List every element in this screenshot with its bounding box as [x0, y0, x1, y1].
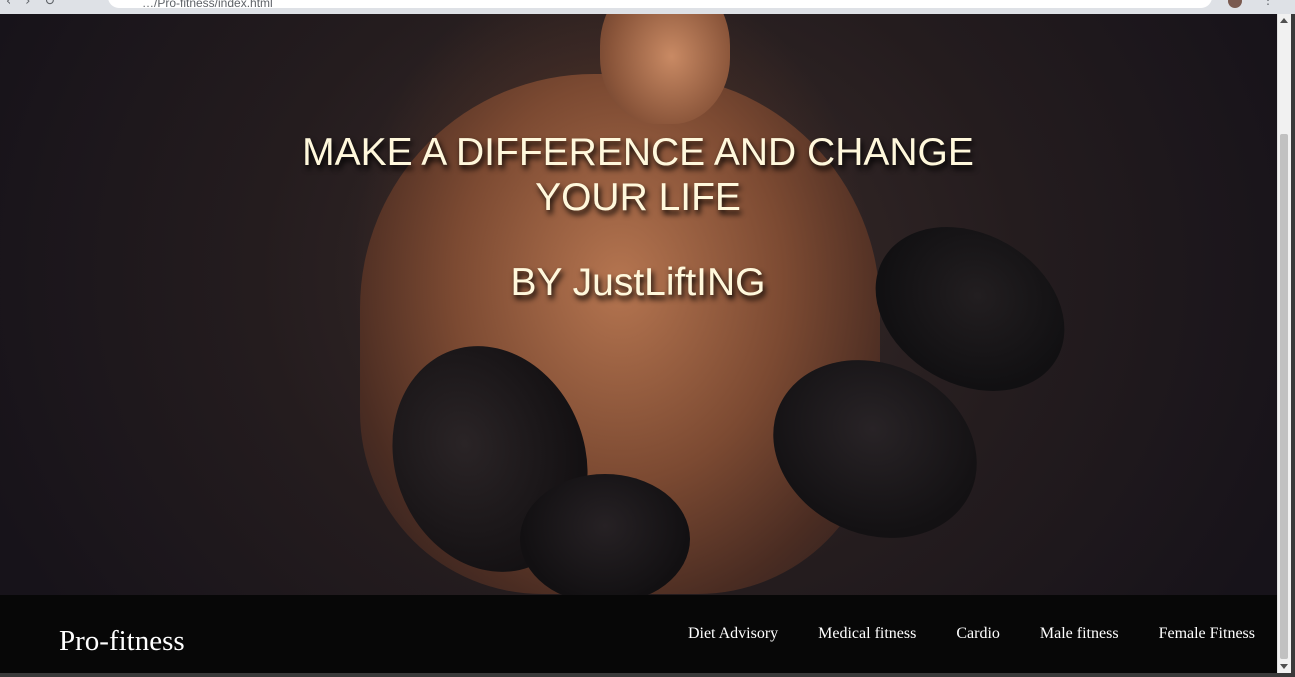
scroll-down-icon[interactable] [1280, 664, 1288, 669]
nav-link-cardio[interactable]: Cardio [956, 625, 1000, 643]
browser-toolbar: ‹›↻ …/Pro-fitness/index.html ⋮ [0, 0, 1295, 14]
nav-link-medical-fitness[interactable]: Medical fitness [818, 625, 916, 643]
scroll-up-icon[interactable] [1280, 18, 1288, 23]
nav-link-male-fitness[interactable]: Male fitness [1040, 625, 1119, 643]
nav-link-diet-advisory[interactable]: Diet Advisory [688, 625, 778, 643]
brand-logo[interactable]: Pro-fitness [59, 625, 185, 658]
hero-subtitle: BY JustLiftING [510, 261, 766, 304]
browser-nav-icons[interactable]: ‹›↻ [6, 0, 69, 9]
address-url[interactable]: …/Pro-fitness/index.html [142, 0, 273, 10]
scroll-thumb[interactable] [1280, 134, 1288, 659]
address-bar[interactable]: …/Pro-fitness/index.html [108, 0, 1212, 10]
profile-avatar-icon[interactable] [1228, 0, 1242, 8]
bottom-navbar: Pro-fitness Diet Advisory Medical fitnes… [0, 595, 1277, 673]
browser-menu-icon[interactable]: ⋮ [1262, 0, 1274, 7]
nav-links: Diet Advisory Medical fitness Cardio Mal… [688, 625, 1255, 643]
page-viewport: MAKE A DIFFERENCE AND CHANGE YOUR LIFE B… [0, 14, 1277, 673]
hero-image-head [600, 14, 730, 124]
dumbbell-plate [520, 474, 690, 604]
hero-title: MAKE A DIFFERENCE AND CHANGE YOUR LIFE [302, 131, 974, 219]
window-border [0, 673, 1295, 677]
window-border [1291, 14, 1295, 677]
nav-link-female-fitness[interactable]: Female Fitness [1159, 625, 1255, 643]
vertical-scrollbar[interactable] [1277, 14, 1291, 673]
hero-section: MAKE A DIFFERENCE AND CHANGE YOUR LIFE B… [0, 14, 1277, 604]
